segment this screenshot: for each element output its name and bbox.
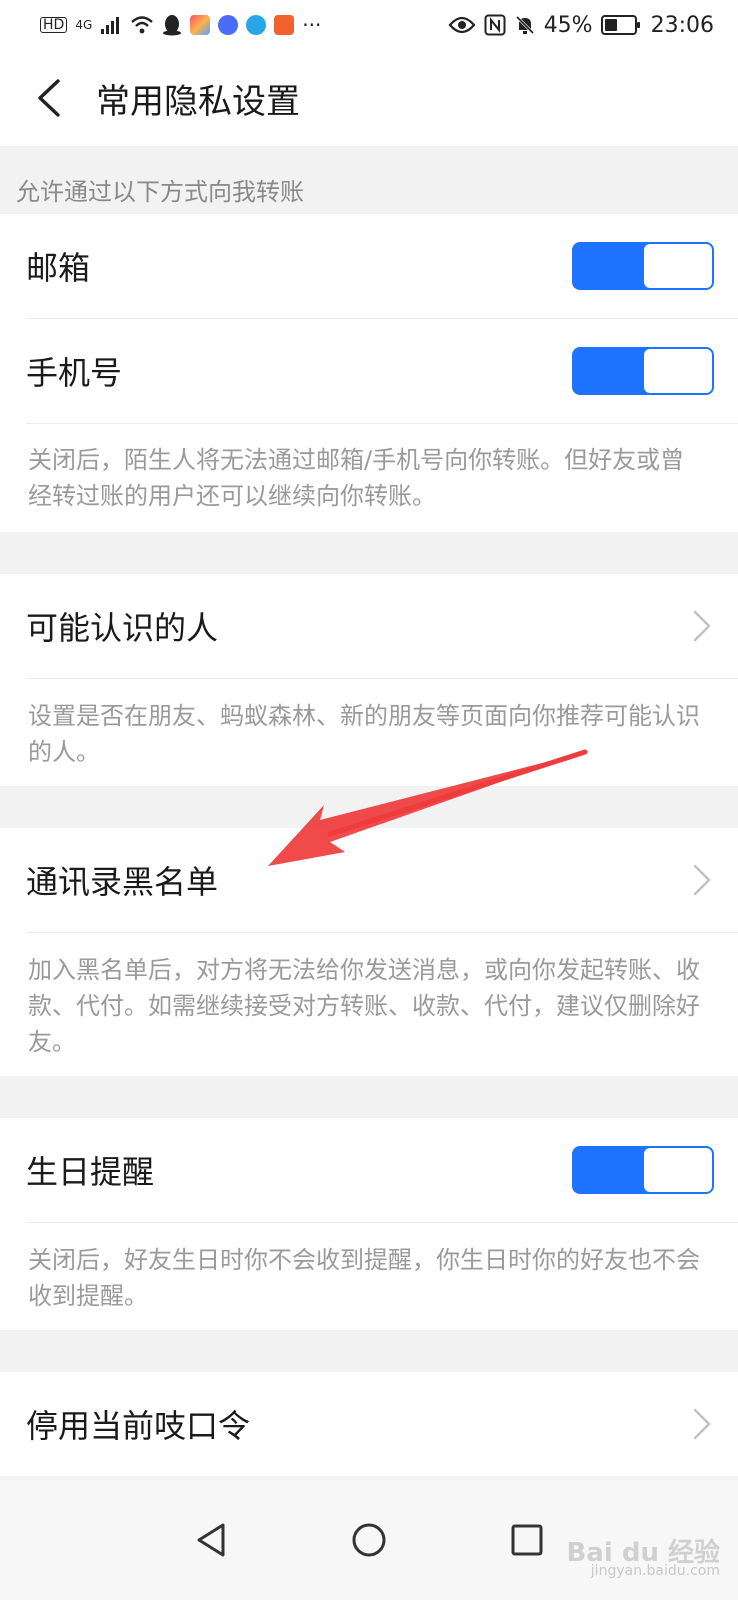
app-icon-orange [274, 15, 295, 35]
contacts-blacklist-description: 加入黑名单后，对方将无法给你发送消息，或向你发起转账、收款、代付。如需继续接受对… [28, 956, 700, 1056]
chevron-right-icon [693, 1408, 711, 1440]
contacts-blacklist-label: 通讯录黑名单 [26, 863, 219, 901]
title-bar: 常用隐私设置 [0, 50, 738, 146]
disable-password-row[interactable]: 停用当前吱口令 [0, 1372, 738, 1476]
email-transfer-label: 邮箱 [26, 249, 91, 287]
battery-icon [600, 15, 640, 35]
chevron-left-icon [38, 79, 60, 117]
divider [26, 678, 738, 679]
disable-password-label: 停用当前吱口令 [26, 1407, 251, 1445]
phone-transfer-row[interactable]: 手机号 [0, 319, 738, 423]
email-transfer-toggle[interactable] [572, 242, 714, 290]
birthday-reminder-description: 关闭后，好友生日时你不会收到提醒，你生日时你的好友也不会收到提醒。 [28, 1246, 700, 1310]
battery-percent: 45% [543, 12, 593, 38]
toggle-knob [644, 349, 712, 393]
birthday-reminder-row[interactable]: 生日提醒 [0, 1118, 738, 1222]
system-navigation-bar: Bai du 经验 jingyan.baidu.com [0, 1480, 738, 1600]
birthday-reminder-group: 生日提醒 关闭后，好友生日时你不会收到提醒，你生日时你的好友也不会收到提醒。 [0, 1118, 738, 1330]
people-you-may-know-description: 设置是否在朋友、蚂蚁森林、新的朋友等页面向你推荐可能认识的人。 [28, 702, 700, 766]
baidu-watermark: Bai du 经验 jingyan.baidu.com [566, 1538, 721, 1580]
qq-icon [163, 15, 182, 36]
contacts-blacklist-group: 通讯录黑名单 加入黑名单后，对方将无法给你发送消息，或向你发起转账、收款、代付。… [0, 828, 738, 1076]
phone-transfer-toggle[interactable] [572, 347, 714, 395]
chevron-right-icon [693, 610, 711, 642]
watermark-brand: Bai du 经验 [566, 1538, 721, 1568]
people-you-may-know-row[interactable]: 可能认识的人 [0, 574, 738, 678]
music-icon [218, 15, 239, 35]
hd-indicator: HD [40, 17, 68, 33]
birthday-reminder-label: 生日提醒 [26, 1153, 155, 1191]
app-icon-colorful [190, 15, 211, 35]
divider [26, 423, 738, 424]
status-left: HD 4G ··· [40, 14, 321, 36]
nav-home-button[interactable] [345, 1516, 393, 1564]
circle-home-icon [352, 1523, 386, 1557]
network-type: 4G [75, 18, 93, 32]
signal-icon [101, 17, 120, 34]
app-icon-blue [246, 15, 267, 35]
divider [26, 1222, 738, 1223]
password-group: 停用当前吱口令 [0, 1372, 738, 1476]
people-you-may-know-label: 可能认识的人 [26, 609, 219, 647]
battery-fill [604, 19, 618, 31]
wifi-icon [131, 16, 154, 34]
chevron-right-icon [693, 864, 711, 896]
mute-bell-icon [515, 15, 534, 35]
triangle-back-icon [197, 1523, 225, 1557]
email-transfer-row[interactable]: 邮箱 [0, 214, 738, 318]
phone-transfer-label: 手机号 [26, 354, 123, 392]
toggle-knob [644, 244, 712, 288]
birthday-reminder-toggle[interactable] [572, 1146, 714, 1194]
people-you-may-know-group: 可能认识的人 设置是否在朋友、蚂蚁森林、新的朋友等页面向你推荐可能认识的人。 [0, 574, 738, 786]
nav-back-button[interactable] [187, 1516, 235, 1564]
status-right: 45% 23:06 [448, 13, 714, 38]
divider [26, 932, 738, 933]
transfer-description: 关闭后，陌生人将无法通过邮箱/手机号向你转账。但好友或曾经转过账的用户还可以继续… [28, 446, 685, 510]
square-recents-icon [511, 1524, 543, 1556]
nav-recents-button[interactable] [503, 1516, 551, 1564]
transfer-section-caption: 允许通过以下方式向我转账 [16, 178, 304, 206]
page-title: 常用隐私设置 [96, 81, 300, 122]
eye-icon [448, 16, 476, 34]
nfc-icon [484, 14, 506, 36]
back-button[interactable] [8, 50, 88, 146]
transfer-settings-group: 邮箱 手机号 关闭后，陌生人将无法通过邮箱/手机号向你转账。但好友或曾经转过账的… [0, 214, 738, 532]
toggle-knob [644, 1148, 712, 1192]
status-bar: HD 4G ··· 45% 23:06 [0, 0, 738, 50]
clock: 23:06 [650, 12, 714, 38]
more-notifications-icon: ··· [302, 13, 322, 37]
contacts-blacklist-row[interactable]: 通讯录黑名单 [0, 828, 738, 932]
